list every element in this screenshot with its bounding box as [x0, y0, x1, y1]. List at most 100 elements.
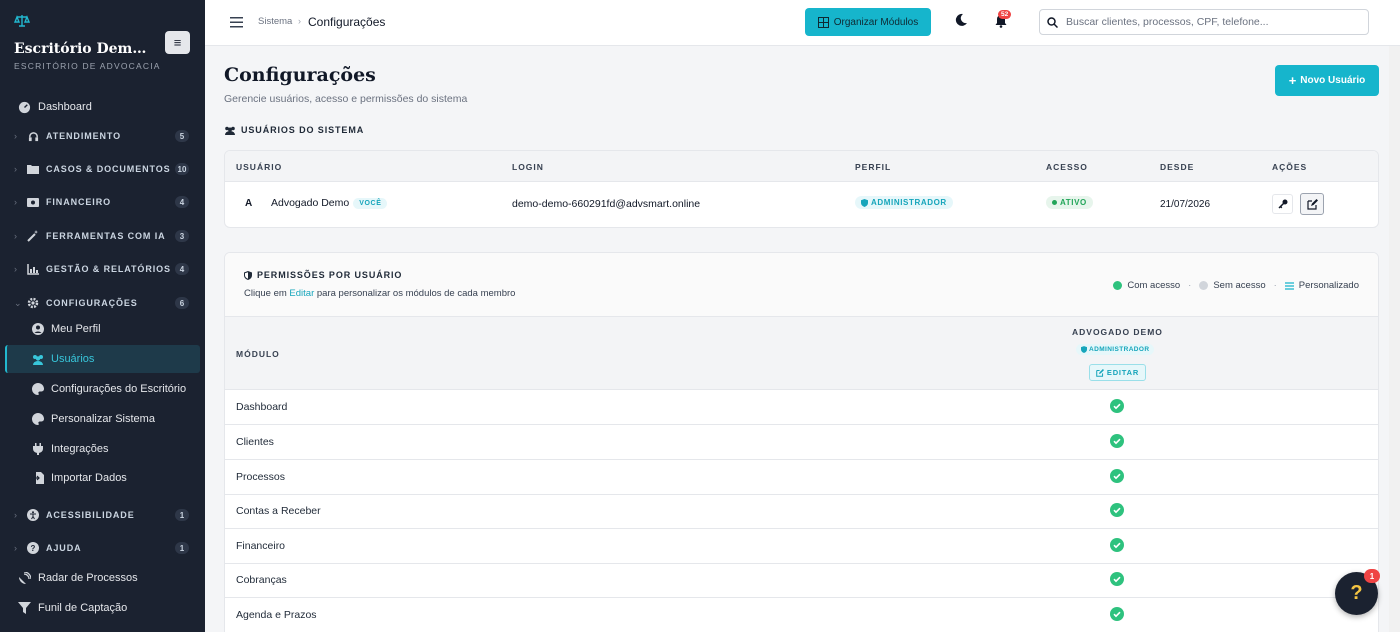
palette-icon — [31, 382, 45, 396]
permissions-header: PERMISSÕES POR USUÁRIO Clique em Editar … — [225, 253, 1378, 317]
user-login: demo-demo-660291fd@advsmart.online — [512, 198, 701, 210]
sidebar-item-dashboard[interactable]: Dashboard — [0, 93, 205, 121]
sliders-icon — [1284, 281, 1294, 290]
since-date: 21/07/2026 — [1160, 199, 1211, 210]
sidebar-group-gestao[interactable]: › GESTÃO & RELATÓRIOS 4 — [0, 255, 205, 283]
sidebar-group-label: CONFIGURAÇÕES — [46, 298, 138, 308]
edit-user-button[interactable] — [1300, 193, 1324, 215]
grid-icon — [817, 16, 829, 28]
chevron-right-icon: › — [14, 543, 17, 553]
sidebar-item-meu-perfil[interactable]: Meu Perfil — [0, 315, 205, 343]
brand: Escritório Dem… ESCRITÓRIO DE ADVOCACIA — [14, 14, 194, 71]
users-section-label: USUÁRIOS DO SISTEMA — [241, 125, 365, 135]
check-circle-icon — [1110, 469, 1124, 483]
profile-cell: ADMINISTRADOR — [855, 196, 953, 210]
sidebar-group-ajuda[interactable]: › ? AJUDA 1 — [0, 534, 205, 562]
sidebar-item-label: Radar de Processos — [38, 572, 138, 584]
description-text: Clique em — [244, 288, 290, 299]
module-name: Financeiro — [236, 540, 286, 552]
sidebar-item-funil[interactable]: Funil de Captação — [0, 594, 205, 622]
folder-icon — [27, 162, 39, 176]
check-circle-icon — [1110, 503, 1124, 517]
description-text: para personalizar os módulos de cada mem… — [314, 288, 516, 299]
check-circle-icon — [1113, 281, 1123, 290]
module-name: Processos — [236, 471, 286, 483]
count-badge: 10 — [175, 163, 189, 175]
sidebar-group-label: FERRAMENTAS COM IA — [46, 231, 166, 241]
search-icon — [1047, 16, 1058, 28]
sidebar-item-radar[interactable]: Radar de Processos — [0, 564, 205, 592]
sidebar-group-label: ACESSIBILIDADE — [46, 510, 135, 520]
table-row: Processos — [225, 460, 1378, 495]
reset-password-button[interactable] — [1272, 194, 1293, 214]
magic-wand-icon — [27, 229, 39, 243]
status-badge: ATIVO — [1046, 196, 1093, 209]
sidebar-item-config-escritorio[interactable]: Configurações do Escritório — [0, 375, 205, 403]
users-icon — [31, 352, 45, 366]
users-table-header: USUÁRIO LOGIN PERFIL ACESSO DESDE AÇÕES — [225, 151, 1378, 182]
table-row: Dashboard — [225, 390, 1378, 425]
search-input[interactable] — [1066, 16, 1356, 28]
sidebar-group-configuracoes[interactable]: ⌄ CONFIGURAÇÕES 6 — [0, 289, 205, 317]
sidebar-item-personalizar[interactable]: Personalizar Sistema — [0, 405, 205, 433]
edit-permissions-button[interactable]: EDITAR — [1089, 364, 1146, 381]
column-header: PERFIL — [855, 162, 892, 172]
headset-icon — [27, 129, 39, 143]
sidebar-item-label: Integrações — [51, 443, 109, 455]
chevron-right-icon: › — [14, 131, 17, 141]
sidebar-item-integracoes[interactable]: Integrações — [0, 435, 205, 463]
sidebar-item-importar[interactable]: Importar Dados — [0, 464, 205, 492]
sidebar-group-label: ATENDIMENTO — [46, 131, 122, 141]
moon-icon[interactable] — [954, 13, 968, 27]
svg-text:?: ? — [31, 544, 36, 553]
sidebar-item-label: Meu Perfil — [51, 323, 101, 335]
page-title: Configurações — [224, 64, 376, 86]
satellite-dish-icon — [17, 571, 31, 585]
sidebar-group-acessibilidade[interactable]: › ACESSIBILIDADE 1 — [0, 501, 205, 529]
permissions-card: PERMISSÕES POR USUÁRIO Clique em Editar … — [224, 252, 1379, 632]
organize-modules-button[interactable]: Organizar Módulos — [805, 8, 931, 36]
permissions-description: Clique em Editar para personalizar os mó… — [244, 288, 515, 299]
permissions-title: PERMISSÕES POR USUÁRIO — [244, 270, 402, 280]
sidebar-group-casos[interactable]: › CASOS & DOCUMENTOS 10 — [0, 155, 205, 183]
hamburger-menu-icon[interactable] — [230, 16, 243, 28]
status-label: ATIVO — [1060, 198, 1087, 207]
profile-badge: ADMINISTRADOR — [855, 196, 953, 209]
sidebar-item-label: Dashboard — [38, 101, 92, 113]
table-row: Agenda e Prazos — [225, 598, 1378, 632]
breadcrumb-current: Configurações — [308, 15, 386, 29]
chevron-right-icon: › — [14, 264, 17, 274]
legend-separator: · — [1273, 280, 1277, 291]
sidebar-group-label: AJUDA — [46, 543, 82, 553]
module-name: Contas a Receber — [236, 505, 321, 517]
edit-link[interactable]: Editar — [289, 288, 314, 299]
sidebar-item-label: Funil de Captação — [38, 602, 128, 614]
count-badge: 3 — [175, 230, 189, 242]
search-box — [1039, 9, 1369, 35]
page-scrollbar[interactable] — [1389, 46, 1400, 632]
sidebar-item-label: Usuários — [51, 353, 95, 365]
empty-circle-icon — [1199, 281, 1209, 290]
breadcrumb-root[interactable]: Sistema — [258, 16, 292, 27]
permissions-legend: Com acesso · Sem acesso · Personalizado — [1113, 280, 1359, 291]
table-row: Clientes — [225, 425, 1378, 460]
sidebar-item-usuarios[interactable]: Usuários — [5, 345, 200, 373]
sidebar-toggle-button[interactable]: ≡ — [165, 31, 190, 54]
sidebar-group-ferramentas[interactable]: › FERRAMENTAS COM IA 3 — [0, 222, 205, 250]
check-circle-icon — [1110, 434, 1124, 448]
access-cell: ATIVO — [1046, 196, 1093, 209]
new-user-button[interactable]: + Novo Usuário — [1275, 65, 1379, 96]
count-badge: 1 — [175, 509, 189, 521]
count-badge: 4 — [175, 263, 189, 275]
chart-icon — [27, 262, 39, 276]
sidebar-group-financeiro[interactable]: › FINANCEIRO 4 — [0, 188, 205, 216]
sidebar: Escritório Dem… ESCRITÓRIO DE ADVOCACIA … — [0, 0, 205, 632]
legend-custom: Personalizado — [1298, 280, 1359, 291]
brand-name: Escritório Dem… — [14, 41, 147, 57]
scales-logo-icon — [14, 15, 30, 27]
users-icon — [225, 126, 235, 135]
count-badge: 4 — [175, 196, 189, 208]
funnel-icon — [17, 601, 31, 615]
sidebar-group-atendimento[interactable]: › ATENDIMENTO 5 — [0, 122, 205, 150]
gauge-icon — [17, 100, 31, 114]
